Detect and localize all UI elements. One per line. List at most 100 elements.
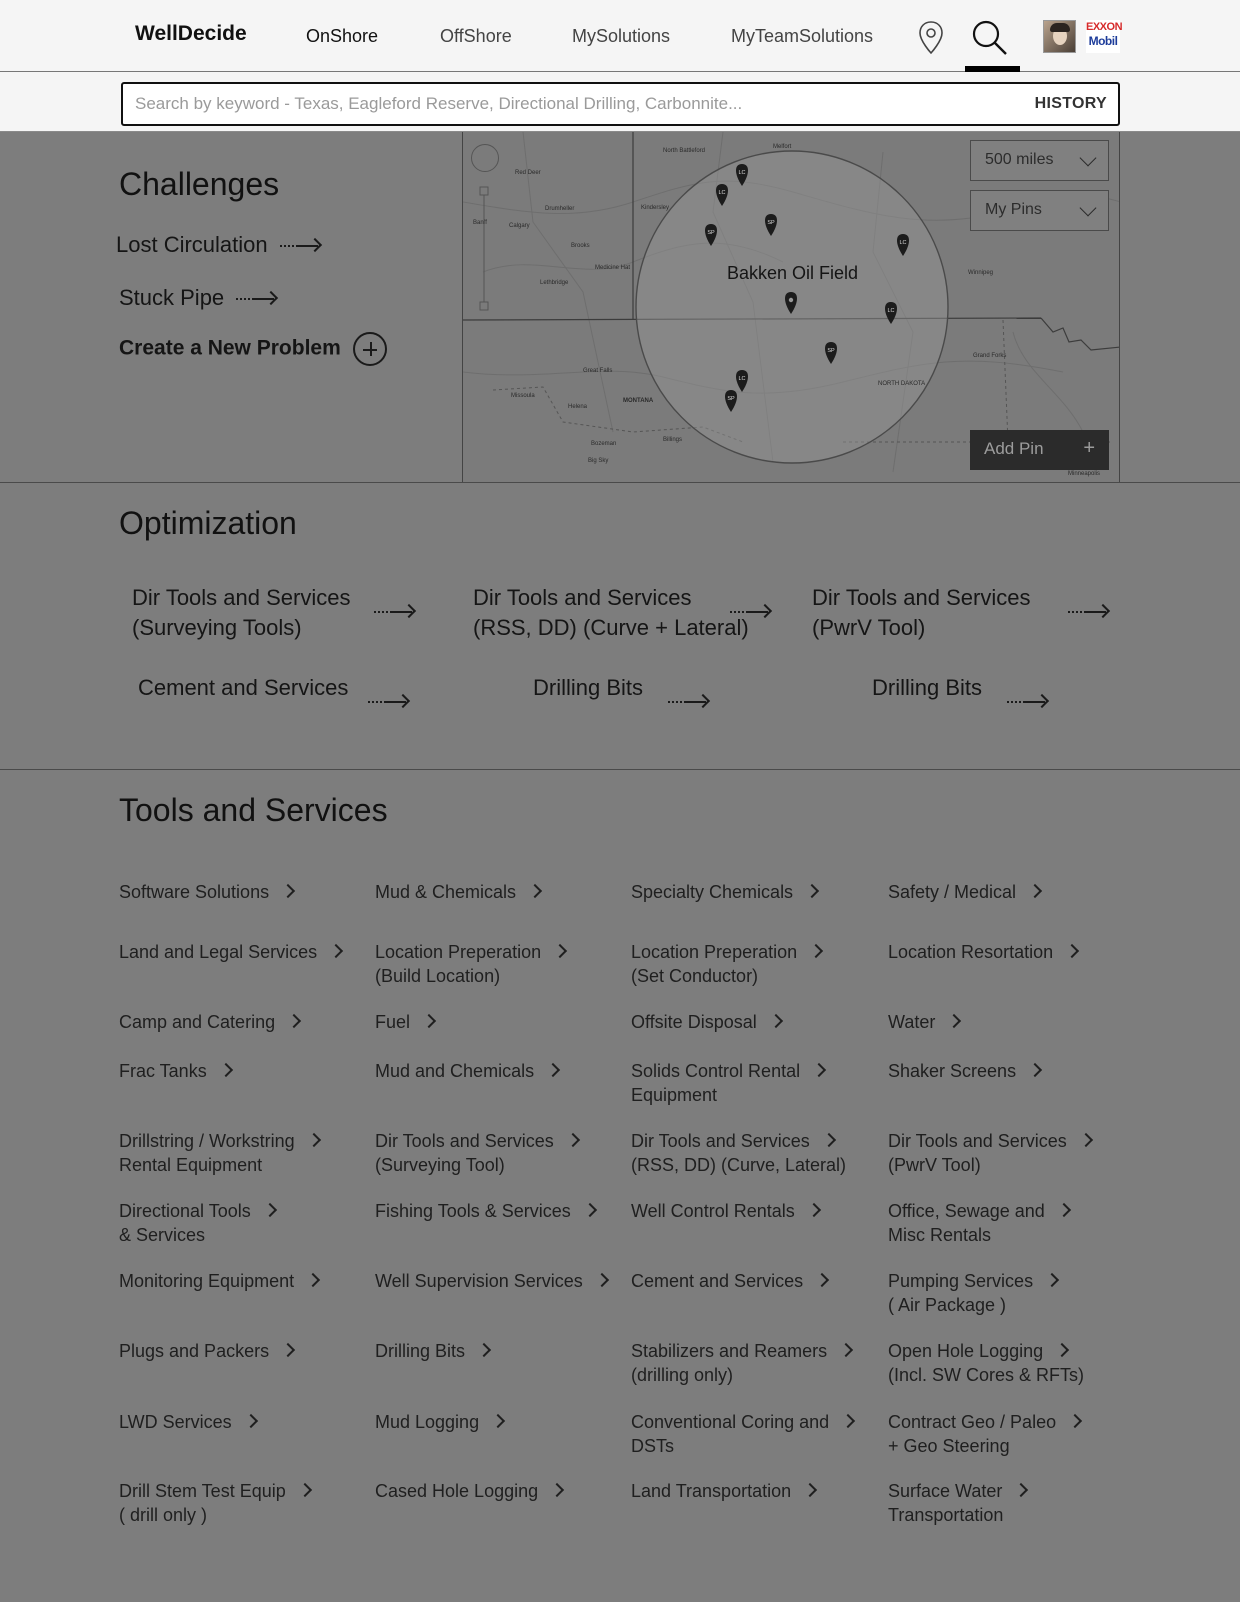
chevron-right-icon xyxy=(281,1342,296,1358)
tools-service-link[interactable]: Dir Tools and Services (Surveying Tool) xyxy=(375,1129,580,1177)
arrow-right-icon[interactable] xyxy=(368,693,411,709)
tools-service-link[interactable]: Monitoring Equipment xyxy=(119,1269,321,1293)
tools-service-link[interactable]: Offsite Disposal xyxy=(631,1010,783,1034)
tools-service-link[interactable]: Camp and Catering xyxy=(119,1010,302,1034)
optimization-item[interactable]: Drilling Bits xyxy=(533,673,643,703)
tools-service-link[interactable]: Software Solutions xyxy=(119,880,296,904)
challenge-lost-circulation[interactable]: Lost Circulation xyxy=(116,232,322,258)
chevron-right-icon xyxy=(1055,1342,1070,1358)
search-row: HISTORY xyxy=(0,72,1240,132)
tools-service-link[interactable]: Stabilizers and Reamers (drilling only) xyxy=(631,1339,854,1387)
tools-service-link[interactable]: Directional Tools & Services xyxy=(119,1199,277,1247)
plus-icon: + xyxy=(1083,437,1095,459)
history-button[interactable]: HISTORY xyxy=(1035,95,1107,113)
radius-select[interactable]: 500 miles xyxy=(970,140,1109,181)
pins-filter-select[interactable]: My Pins xyxy=(970,190,1109,231)
chevron-right-icon xyxy=(218,1062,233,1078)
tools-service-link[interactable]: Well Control Rentals xyxy=(631,1199,821,1223)
optimization-item[interactable]: Drilling Bits xyxy=(872,673,982,703)
optimization-item[interactable]: Cement and Services xyxy=(138,673,348,703)
location-pin-icon[interactable] xyxy=(917,20,945,56)
top-navigation-bar: WellDecide OnShore OffShore MySolutions … xyxy=(0,0,1240,76)
tools-service-link[interactable]: Drillstring / Workstring Rental Equipment xyxy=(119,1129,321,1177)
optimization-item[interactable]: Dir Tools and Services (Surveying Tools) xyxy=(132,583,350,643)
tools-service-link[interactable]: Drilling Bits xyxy=(375,1339,492,1363)
chevron-right-icon xyxy=(491,1413,506,1429)
tools-service-link[interactable]: Location Preperation (Set Conductor) xyxy=(631,940,824,988)
arrow-right-icon[interactable] xyxy=(1068,603,1111,619)
chevron-right-icon xyxy=(297,1482,312,1498)
tools-service-link[interactable]: Dir Tools and Services (RSS, DD) (Curve, … xyxy=(631,1129,846,1177)
tools-service-link[interactable]: LWD Services xyxy=(119,1410,258,1434)
chevron-right-icon xyxy=(821,1132,836,1148)
map-place-label: Missoula xyxy=(511,393,535,399)
tools-service-link[interactable]: Specialty Chemicals xyxy=(631,880,820,904)
map-pan-control[interactable] xyxy=(471,144,499,172)
optimization-item[interactable]: Dir Tools and Services (PwrV Tool) xyxy=(812,583,1030,643)
map-place-label: Red Deer xyxy=(515,170,541,176)
chevron-right-icon xyxy=(527,883,543,899)
tools-service-link[interactable]: Cement and Services xyxy=(631,1269,830,1293)
tools-service-link[interactable]: Fishing Tools & Services xyxy=(375,1199,597,1223)
optimization-section: Optimization Dir Tools and Services (Surv… xyxy=(0,482,1240,769)
arrow-right-icon[interactable] xyxy=(668,693,711,709)
tools-service-link[interactable]: Dir Tools and Services (PwrV Tool) xyxy=(888,1129,1093,1177)
brand-logo-text[interactable]: WellDecide xyxy=(135,22,247,46)
tools-service-link[interactable]: Solids Control Rental Equipment xyxy=(631,1059,827,1107)
chevron-right-icon xyxy=(546,1062,561,1078)
tools-service-link[interactable]: Safety / Medical xyxy=(888,880,1043,904)
challenges-section: Challenges Lost Circulation Stuck Pipe C… xyxy=(0,132,1240,482)
nav-onshore[interactable]: OnShore xyxy=(306,26,378,47)
create-new-problem-button[interactable]: Create a New Problem xyxy=(119,332,387,366)
tools-service-link[interactable]: Cased Hole Logging xyxy=(375,1479,565,1503)
map-place-label: Lethbridge xyxy=(540,280,569,286)
tools-service-link[interactable]: Water xyxy=(888,1010,962,1034)
chevron-right-icon xyxy=(806,1202,821,1218)
tools-title: Tools and Services xyxy=(119,792,388,828)
svg-text:SP: SP xyxy=(827,348,835,354)
add-pin-button[interactable]: Add Pin + xyxy=(970,430,1109,470)
tools-service-link[interactable]: Mud and Chemicals xyxy=(375,1059,561,1083)
tools-service-link[interactable]: Conventional Coring and DSTs xyxy=(631,1410,856,1458)
map-place-label: Kindersley xyxy=(641,205,669,211)
arrow-right-icon[interactable] xyxy=(374,603,417,619)
tools-service-link[interactable]: Well Supervision Services xyxy=(375,1269,609,1293)
map-place-label: Melfort xyxy=(773,144,792,150)
tools-service-link[interactable]: Mud Logging xyxy=(375,1410,506,1434)
tools-service-link[interactable]: Open Hole Logging (Incl. SW Cores & RFTs) xyxy=(888,1339,1084,1387)
nav-myteamsolutions[interactable]: MyTeamSolutions xyxy=(731,26,873,47)
bakken-oil-field-label: Bakken Oil Field xyxy=(727,263,859,283)
tools-service-link[interactable]: Plugs and Packers xyxy=(119,1339,296,1363)
tools-service-link[interactable]: Land Transportation xyxy=(631,1479,818,1503)
arrow-right-icon[interactable] xyxy=(1007,693,1050,709)
challenge-stuck-pipe[interactable]: Stuck Pipe xyxy=(119,285,279,311)
tools-service-link[interactable]: Location Resortation xyxy=(888,940,1080,964)
tools-service-link[interactable]: Mud & Chemicals xyxy=(375,880,543,904)
optimization-item[interactable]: Dir Tools and Services (RSS, DD) (Curve +… xyxy=(473,583,749,643)
arrow-right-icon[interactable] xyxy=(730,603,773,619)
search-input[interactable] xyxy=(135,91,995,117)
tools-service-link[interactable]: Pumping Services( Air Package ) xyxy=(888,1269,1060,1317)
tools-service-link[interactable]: Drill Stem Test Equip( drill only ) xyxy=(119,1479,312,1527)
challenges-title: Challenges xyxy=(119,166,280,202)
tools-service-link[interactable]: Location Preperation (Build Location) xyxy=(375,940,568,988)
tools-service-link[interactable]: Contract Geo / Paleo + Geo Steering xyxy=(888,1410,1083,1458)
map-place-label: Calgary xyxy=(509,223,530,229)
tools-service-link[interactable]: Fuel xyxy=(375,1010,437,1034)
tools-service-link[interactable]: Surface Water Transportation xyxy=(888,1479,1029,1527)
chevron-right-icon xyxy=(306,1272,321,1288)
user-avatar[interactable] xyxy=(1043,20,1076,53)
tools-service-link[interactable]: Shaker Screens xyxy=(888,1059,1043,1083)
tools-service-link[interactable]: Land and Legal Services xyxy=(119,940,344,964)
tools-service-link[interactable]: Office, Sewage and Misc Rentals xyxy=(888,1199,1071,1247)
chevron-right-icon xyxy=(1045,1272,1060,1288)
chevron-right-icon xyxy=(281,883,296,899)
tools-service-link[interactable]: Frac Tanks xyxy=(119,1059,233,1083)
search-icon[interactable] xyxy=(970,18,1010,58)
map-panel[interactable]: Red Deer Calgary Drumheller Brooks Medic… xyxy=(462,132,1120,482)
chevron-right-icon xyxy=(476,1342,492,1358)
chevron-right-icon xyxy=(1065,943,1080,959)
nav-mysolutions[interactable]: MySolutions xyxy=(572,26,670,47)
map-place-label: Brooks xyxy=(571,243,590,249)
nav-offshore[interactable]: OffShore xyxy=(440,26,512,47)
